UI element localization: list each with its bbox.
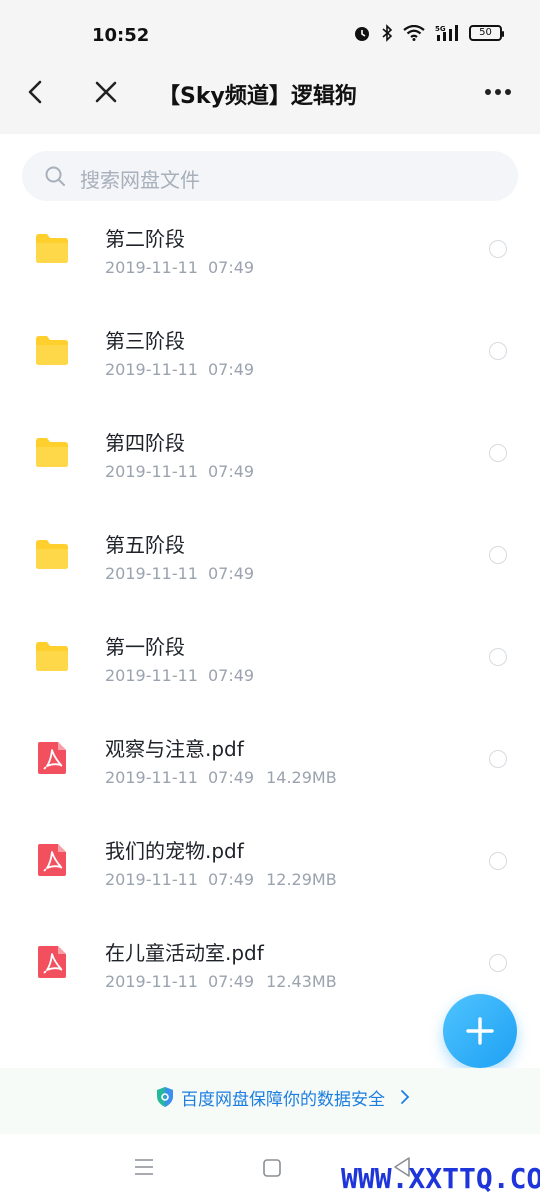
file-date: 2019-11-11 bbox=[105, 870, 198, 889]
file-size: 14.29MB bbox=[266, 768, 337, 787]
file-date: 2019-11-11 bbox=[105, 360, 198, 379]
file-row[interactable]: 第四阶段 2019-11-11 07:49 bbox=[0, 410, 540, 512]
file-date: 2019-11-11 bbox=[105, 666, 198, 685]
folder-icon bbox=[36, 642, 68, 671]
alarm-icon bbox=[355, 27, 369, 41]
pdf-file-icon bbox=[38, 844, 66, 876]
search-placeholder: 搜索网盘文件 bbox=[80, 168, 200, 192]
file-date: 2019-11-11 bbox=[105, 768, 198, 787]
add-button[interactable] bbox=[443, 994, 517, 1068]
file-meta: 2019-11-11 07:49 bbox=[105, 360, 254, 379]
file-name: 第三阶段 bbox=[105, 329, 185, 353]
file-size: 12.29MB bbox=[266, 870, 337, 889]
folder-icon bbox=[36, 540, 68, 569]
folder-icon bbox=[36, 438, 68, 467]
file-date: 2019-11-11 bbox=[105, 972, 198, 991]
status-time: 10:52 bbox=[92, 25, 150, 46]
back-arrow-icon[interactable] bbox=[22, 78, 50, 106]
file-meta: 2019-11-11 07:49 bbox=[105, 258, 254, 277]
file-date: 2019-11-11 bbox=[105, 462, 198, 481]
file-row[interactable]: 第二阶段 2019-11-11 07:49 bbox=[0, 206, 540, 308]
file-name: 第一阶段 bbox=[105, 635, 185, 659]
file-time: 07:49 bbox=[207, 360, 255, 379]
file-size: 12.43MB bbox=[266, 972, 337, 991]
status-bar: 10:52 5G 50 bbox=[0, 0, 540, 54]
file-meta: 2019-11-11 07:49 bbox=[105, 564, 254, 583]
file-row[interactable]: 第一阶段 2019-11-11 07:49 bbox=[0, 614, 540, 716]
file-date: 2019-11-11 bbox=[105, 564, 198, 583]
bluetooth-icon bbox=[382, 24, 393, 42]
file-list: 第二阶段 2019-11-11 07:49 第三阶段 2019-11-11 07:49 … bbox=[0, 206, 540, 1022]
file-name: 第二阶段 bbox=[105, 227, 185, 251]
pdf-file-icon bbox=[38, 946, 66, 978]
chevron-right-icon bbox=[401, 1090, 410, 1104]
svg-text:5G: 5G bbox=[435, 25, 446, 33]
watermark: WWW.XXTTQ.COM bbox=[341, 1162, 540, 1195]
file-row[interactable]: 第三阶段 2019-11-11 07:49 bbox=[0, 308, 540, 410]
home-icon[interactable] bbox=[262, 1158, 282, 1178]
recent-apps-icon[interactable] bbox=[134, 1158, 154, 1176]
search-icon bbox=[45, 166, 65, 186]
wifi-icon bbox=[403, 25, 425, 41]
select-radio[interactable] bbox=[489, 546, 507, 564]
search-box[interactable]: 搜索网盘文件 bbox=[22, 151, 518, 201]
folder-icon bbox=[36, 336, 68, 365]
file-meta: 2019-11-11 07:49 14.29MB bbox=[105, 768, 337, 787]
file-name: 第四阶段 bbox=[105, 431, 185, 455]
more-options-icon[interactable] bbox=[484, 84, 512, 100]
file-name: 观察与注意.pdf bbox=[105, 737, 244, 761]
folder-icon bbox=[36, 234, 68, 263]
file-time: 07:49 bbox=[207, 768, 255, 787]
file-time: 07:49 bbox=[207, 972, 255, 991]
select-radio[interactable] bbox=[489, 954, 507, 972]
page-title: 【Sky频道】逻辑狗 bbox=[158, 84, 357, 109]
file-row[interactable]: 我们的宠物.pdf 2019-11-11 07:49 12.29MB bbox=[0, 818, 540, 920]
file-meta: 2019-11-11 07:49 bbox=[105, 666, 254, 685]
file-time: 07:49 bbox=[207, 666, 255, 685]
shield-icon bbox=[157, 1087, 173, 1107]
file-name: 我们的宠物.pdf bbox=[105, 839, 244, 863]
pdf-file-icon bbox=[38, 742, 66, 774]
select-radio[interactable] bbox=[489, 648, 507, 666]
file-row[interactable]: 观察与注意.pdf 2019-11-11 07:49 14.29MB bbox=[0, 716, 540, 818]
app-header: 【Sky频道】逻辑狗 bbox=[0, 54, 540, 134]
select-radio[interactable] bbox=[489, 342, 507, 360]
file-time: 07:49 bbox=[207, 870, 255, 889]
close-icon[interactable] bbox=[92, 78, 120, 106]
security-text: 百度网盘保障你的数据安全 bbox=[181, 1090, 385, 1110]
file-name: 在儿童活动室.pdf bbox=[105, 941, 264, 965]
file-date: 2019-11-11 bbox=[105, 258, 198, 277]
status-icons: 5G 50 bbox=[353, 24, 504, 42]
file-time: 07:49 bbox=[207, 564, 255, 583]
select-radio[interactable] bbox=[489, 444, 507, 462]
signal-icon: 5G bbox=[435, 25, 458, 41]
file-row[interactable]: 第五阶段 2019-11-11 07:49 bbox=[0, 512, 540, 614]
file-name: 第五阶段 bbox=[105, 533, 185, 557]
select-radio[interactable] bbox=[489, 852, 507, 870]
select-radio[interactable] bbox=[489, 240, 507, 258]
security-banner[interactable]: 百度网盘保障你的数据安全 bbox=[0, 1068, 540, 1134]
file-meta: 2019-11-11 07:49 12.29MB bbox=[105, 870, 337, 889]
select-radio[interactable] bbox=[489, 750, 507, 768]
plus-icon bbox=[466, 1017, 494, 1045]
battery-icon: 50 bbox=[469, 25, 504, 41]
file-time: 07:49 bbox=[207, 258, 255, 277]
file-time: 07:49 bbox=[207, 462, 255, 481]
file-meta: 2019-11-11 07:49 bbox=[105, 462, 254, 481]
file-meta: 2019-11-11 07:49 12.43MB bbox=[105, 972, 337, 991]
